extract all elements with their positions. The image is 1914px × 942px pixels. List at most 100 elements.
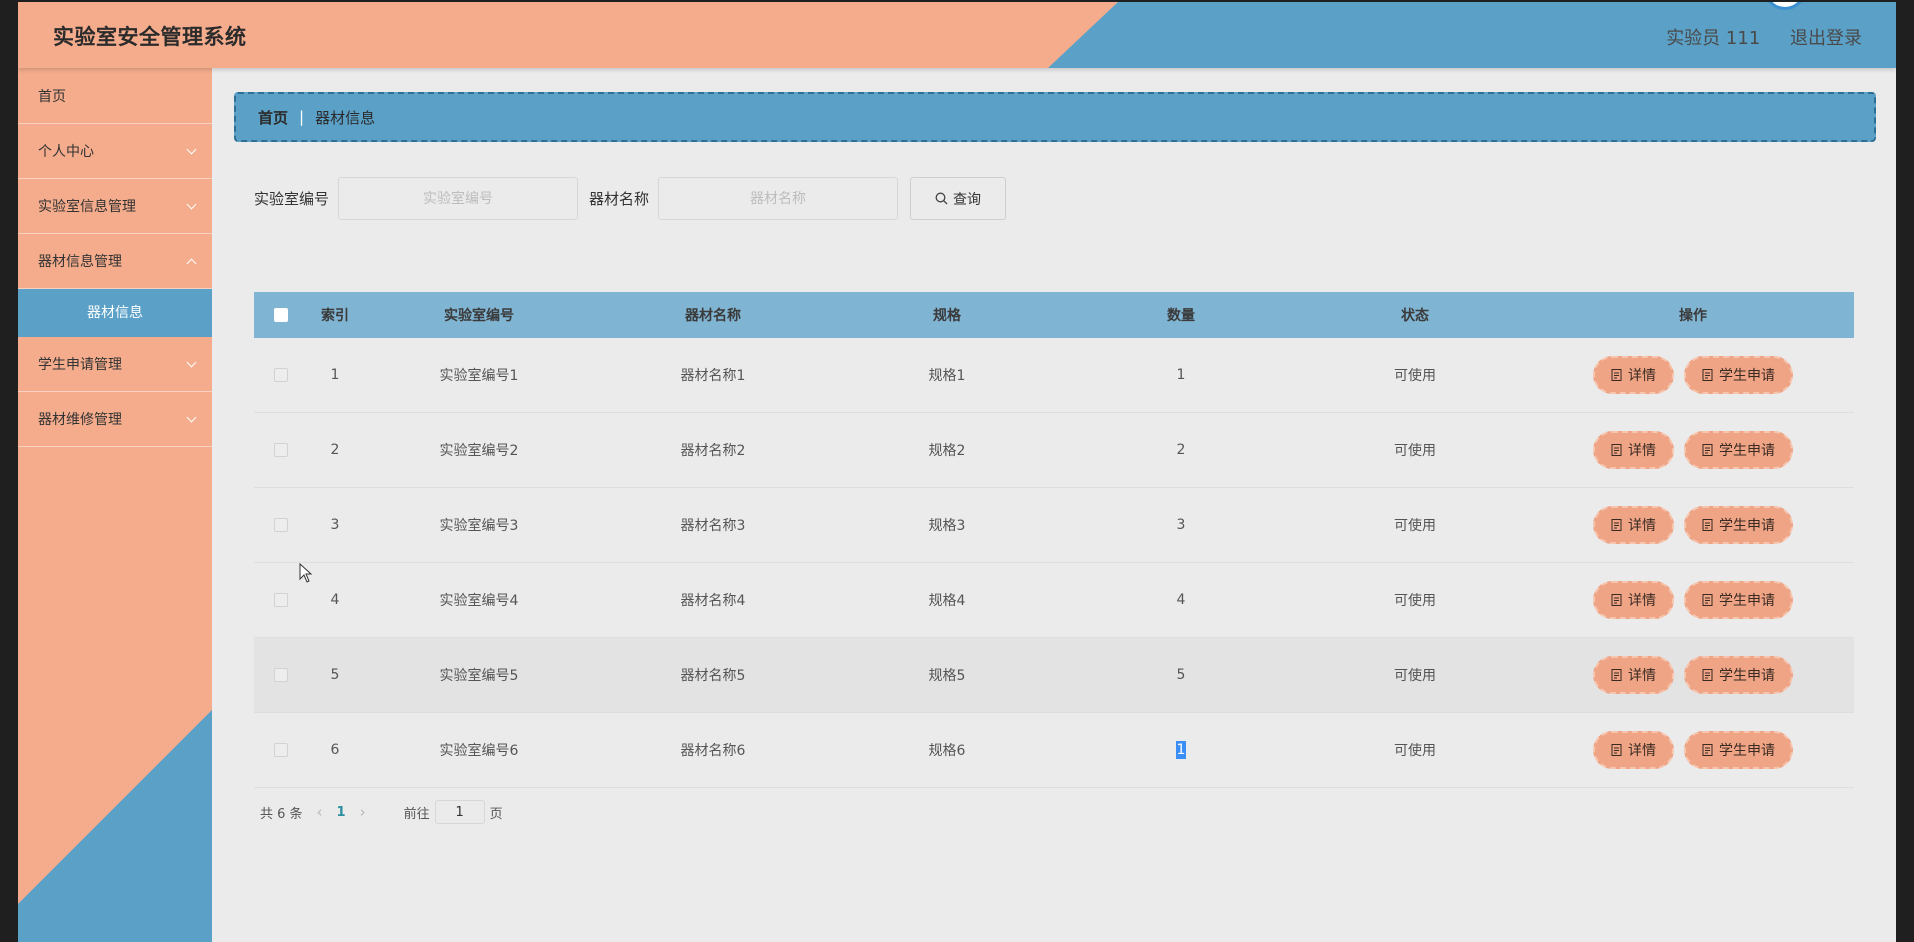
sidebar: 首页 个人中心 实验室信息管理 器材信息管理 器材信息 学生申请管理 器材维修管… — [18, 68, 212, 942]
column-header: 数量 — [1167, 308, 1195, 324]
detail-button[interactable]: 详情 — [1593, 581, 1674, 619]
sidebar-item-repair[interactable]: 器材维修管理 — [18, 392, 212, 447]
search-button[interactable]: 查询 — [910, 177, 1007, 220]
chevron-up-icon — [186, 258, 197, 268]
equipment-name-cell: 器材名称2 — [680, 443, 746, 459]
row-checkbox[interactable] — [274, 443, 288, 457]
equipment-name-input[interactable] — [658, 177, 899, 220]
column-header: 索引 — [321, 308, 349, 324]
student-apply-button[interactable]: 学生申请 — [1684, 506, 1793, 544]
row-check-cell — [254, 743, 308, 757]
detail-button[interactable]: 详情 — [1593, 731, 1674, 769]
status-cell: 可使用 — [1394, 368, 1436, 384]
detail-button[interactable]: 详情 — [1593, 431, 1674, 469]
detail-button-label: 详情 — [1628, 668, 1656, 684]
operation-cell: 详情 学生申请 — [1532, 656, 1854, 694]
search-bar: 实验室编号 器材名称 查询 — [254, 177, 1007, 220]
row-check-cell — [254, 668, 308, 682]
breadcrumb-current: 器材信息 — [315, 108, 376, 127]
goto-label: 前往 — [403, 806, 430, 822]
row-checkbox[interactable] — [274, 518, 288, 532]
detail-button[interactable]: 详情 — [1593, 506, 1674, 544]
document-icon — [1702, 444, 1713, 456]
row-check-cell — [254, 368, 308, 382]
spec-cell: 规格1 — [928, 368, 966, 384]
student-apply-button[interactable]: 学生申请 — [1684, 356, 1793, 394]
student-apply-button-label: 学生申请 — [1719, 743, 1775, 759]
column-header: 器材名称 — [685, 308, 741, 324]
table-row: 3 实验室编号3 器材名称3 规格3 3 可使用 详情 学生申请 — [254, 488, 1854, 563]
quantity-cell: 4 — [1176, 592, 1186, 608]
logout-link[interactable]: 退出登录 — [1790, 28, 1862, 49]
select-all-checkbox[interactable] — [274, 308, 288, 322]
sidebar-item-lab-info[interactable]: 实验室信息管理 — [18, 179, 212, 234]
header-background — [18, 2, 1118, 68]
status-cell: 可使用 — [1394, 593, 1436, 609]
student-apply-button[interactable]: 学生申请 — [1684, 731, 1793, 769]
operation-cell: 详情 学生申请 — [1532, 506, 1854, 544]
prev-page-icon[interactable]: ‹ — [317, 803, 323, 821]
detail-button[interactable]: 详情 — [1593, 356, 1674, 394]
spec-cell: 规格4 — [928, 593, 966, 609]
header-check-cell — [254, 308, 308, 322]
table-row: 5 实验室编号5 器材名称5 规格5 5 可使用 详情 学生申请 — [254, 638, 1854, 713]
spec-cell: 规格6 — [928, 743, 966, 759]
goto-page-input[interactable] — [434, 800, 485, 824]
lab-number-input[interactable] — [338, 177, 579, 220]
lab-number-cell: 实验室编号2 — [439, 443, 519, 459]
student-apply-button-label: 学生申请 — [1719, 593, 1775, 609]
student-apply-button-label: 学生申请 — [1719, 443, 1775, 459]
sidebar-item-home[interactable]: 首页 — [18, 68, 212, 124]
chevron-down-icon — [186, 412, 197, 422]
student-apply-button-label: 学生申请 — [1719, 668, 1775, 684]
header-user-area: 实验员 111 退出登录 — [1642, 24, 1862, 50]
chevron-down-icon — [186, 357, 197, 367]
sidebar-item-label: 器材维修管理 — [38, 412, 122, 428]
detail-button-label: 详情 — [1628, 443, 1656, 459]
sidebar-item-personal[interactable]: 个人中心 — [18, 124, 212, 179]
detail-button-label: 详情 — [1628, 368, 1656, 384]
table-header-row: 索引 实验室编号 器材名称 规格 数量 状态 操作 — [254, 292, 1854, 338]
student-apply-button[interactable]: 学生申请 — [1684, 581, 1793, 619]
document-icon — [1611, 519, 1622, 531]
next-page-icon[interactable]: › — [360, 803, 366, 821]
quantity-cell: 1 — [1176, 367, 1186, 383]
quantity-cell: 5 — [1176, 667, 1186, 683]
row-checkbox[interactable] — [274, 743, 288, 757]
document-icon — [1702, 744, 1713, 756]
equipment-name-cell: 器材名称3 — [680, 518, 746, 534]
search-button-label: 查询 — [953, 191, 982, 208]
index-cell: 6 — [330, 742, 340, 758]
row-checkbox[interactable] — [274, 593, 288, 607]
index-cell: 1 — [330, 367, 340, 383]
app-window: 实验室安全管理系统 实验员 111 退出登录 首页 个人中心 实验室信息管理 器… — [18, 2, 1896, 942]
row-checkbox[interactable] — [274, 368, 288, 382]
total-count: 共 6 条 — [260, 806, 303, 822]
sidebar-item-label: 学生申请管理 — [38, 357, 122, 373]
page-number[interactable]: 1 — [337, 805, 346, 820]
breadcrumb-home[interactable]: 首页 — [258, 107, 288, 128]
sidebar-subitem-equipment[interactable]: 器材信息 — [18, 289, 212, 337]
student-apply-button[interactable]: 学生申请 — [1684, 656, 1793, 694]
sidebar-item-student-apply[interactable]: 学生申请管理 — [18, 337, 212, 392]
quantity-cell: 3 — [1176, 517, 1186, 533]
equipment-table: 索引 实验室编号 器材名称 规格 数量 状态 操作 1 实验室编号1 器材名称1… — [254, 292, 1854, 788]
operation-cell: 详情 学生申请 — [1532, 581, 1854, 619]
sidebar-item-equipment-info[interactable]: 器材信息管理 — [18, 234, 212, 289]
student-apply-button-label: 学生申请 — [1719, 518, 1775, 534]
user-name: 实验员 111 — [1666, 28, 1761, 49]
spec-cell: 规格2 — [928, 443, 966, 459]
equipment-name-cell: 器材名称1 — [680, 368, 746, 384]
index-cell: 2 — [330, 442, 340, 458]
row-checkbox[interactable] — [274, 668, 288, 682]
document-icon — [1611, 369, 1622, 381]
student-apply-button[interactable]: 学生申请 — [1684, 431, 1793, 469]
document-icon — [1702, 519, 1713, 531]
document-icon — [1702, 669, 1713, 681]
lab-number-cell: 实验室编号5 — [439, 668, 519, 684]
table-row: 1 实验室编号1 器材名称1 规格1 1 可使用 详情 学生申请 — [254, 338, 1854, 413]
selected-text: 1 — [1175, 741, 1187, 759]
detail-button[interactable]: 详情 — [1593, 656, 1674, 694]
sidebar-item-label: 个人中心 — [38, 144, 94, 160]
page-unit-label: 页 — [489, 806, 503, 822]
